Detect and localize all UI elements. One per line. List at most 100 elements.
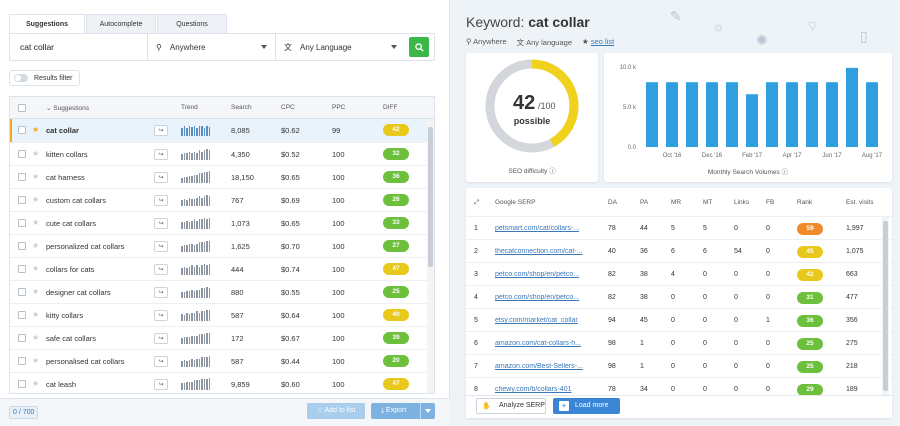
copy-icon[interactable]: ↪ (154, 218, 168, 229)
scroll-thumb[interactable] (428, 127, 433, 267)
row-checkbox[interactable] (18, 196, 26, 204)
col-trend[interactable]: Trend (181, 104, 198, 111)
seo-list-link[interactable]: seo list (591, 37, 614, 46)
chevron-down-icon[interactable] (425, 409, 431, 413)
add-to-list-button[interactable]: ☆ Add to list (307, 403, 365, 419)
keyword-text[interactable]: designer cat collars (46, 288, 111, 297)
star-icon[interactable]: ★ (32, 218, 39, 227)
volume-bar[interactable] (806, 82, 818, 147)
location-select[interactable]: ⚲ Anywhere (147, 34, 275, 60)
copy-icon[interactable]: ↪ (154, 195, 168, 206)
volume-bar[interactable] (786, 82, 798, 147)
scroll-thumb[interactable] (883, 221, 888, 391)
keyword-text[interactable]: personalised cat collars (46, 357, 124, 366)
serp-url-link[interactable]: petsmart.com/cat/collars-... (495, 225, 599, 232)
volume-bar[interactable] (666, 82, 678, 147)
row-checkbox[interactable] (18, 265, 26, 273)
star-icon[interactable]: ★ (32, 195, 39, 204)
table-row[interactable]: ★ cute cat collars ↪ 1,073 $0.65 100 33 (10, 212, 434, 235)
star-icon[interactable]: ★ (32, 287, 39, 296)
row-checkbox[interactable] (18, 380, 26, 388)
keyword-input[interactable]: cat collar (10, 34, 147, 60)
star-icon[interactable]: ★ (32, 172, 39, 181)
serp-url-link[interactable]: amazon.com/cat-collars-h... (495, 340, 599, 347)
load-more-button[interactable]: + Load more (553, 398, 620, 414)
table-row[interactable]: ★ personalised cat collars ↪ 587 $0.44 1… (10, 350, 434, 373)
copy-icon[interactable]: ↪ (154, 149, 168, 160)
serp-url-link[interactable]: chewy.com/b/collars-401 (495, 386, 599, 393)
copy-icon[interactable]: ↪ (154, 379, 168, 390)
keyword-text[interactable]: collars for cats (46, 265, 94, 274)
star-icon[interactable]: ★ (32, 241, 39, 250)
volume-bar[interactable] (766, 82, 778, 147)
copy-icon[interactable]: ↪ (154, 172, 168, 183)
keyword-text[interactable]: kitten collars (46, 150, 88, 159)
table-row[interactable]: ★ kitty collars ↪ 587 $0.64 100 40 (10, 304, 434, 327)
col-ppc[interactable]: PPC (332, 104, 345, 111)
serp-url-link[interactable]: amazon.com/Best-Sellers-... (495, 363, 599, 370)
volume-bar[interactable] (706, 82, 718, 147)
star-icon[interactable]: ★ (32, 149, 39, 158)
search-button[interactable] (409, 37, 429, 57)
keyword-text[interactable]: cat collar (46, 126, 79, 135)
star-icon[interactable]: ★ (32, 125, 39, 134)
tab-suggestions[interactable]: Suggestions (9, 14, 85, 33)
serp-url-link[interactable]: etsy.com/market/cat_collar (495, 317, 599, 324)
serp-url-link[interactable]: petco.com/shop/en/petco... (495, 271, 599, 278)
keyword-text[interactable]: cat leash (46, 380, 76, 389)
volume-bar[interactable] (846, 67, 858, 147)
copy-icon[interactable]: ↪ (154, 333, 168, 344)
row-checkbox[interactable] (18, 173, 26, 181)
table-row[interactable]: ★ personalized cat collars ↪ 1,625 $0.70… (10, 235, 434, 258)
star-icon[interactable]: ★ (32, 379, 39, 388)
serp-url-link[interactable]: thecatconnection.com/cat-... (495, 248, 599, 255)
star-icon[interactable]: ★ (32, 264, 39, 273)
keyword-text[interactable]: kitty collars (46, 311, 83, 320)
table-row[interactable]: ★ collars for cats ↪ 444 $0.74 100 47 (10, 258, 434, 281)
col-diff[interactable]: DIFF (383, 104, 397, 111)
row-checkbox[interactable] (18, 311, 26, 319)
row-checkbox[interactable] (18, 150, 26, 158)
table-scrollbar[interactable] (427, 119, 434, 393)
volume-bar[interactable] (646, 82, 658, 147)
copy-icon[interactable]: ↪ (154, 310, 168, 321)
star-icon[interactable]: ★ (32, 333, 39, 342)
row-checkbox[interactable] (18, 334, 26, 342)
select-all-checkbox[interactable] (18, 104, 26, 112)
row-checkbox[interactable] (18, 288, 26, 296)
col-search[interactable]: Search (231, 104, 252, 111)
volume-bar[interactable] (866, 82, 878, 147)
copy-icon[interactable]: ↪ (154, 264, 168, 275)
keyword-text[interactable]: custom cat collars (46, 196, 106, 205)
table-row[interactable]: ★ safe cat collars ↪ 172 $0.67 100 39 (10, 327, 434, 350)
export-button[interactable]: ⤓ Export (371, 403, 435, 419)
keyword-text[interactable]: safe cat collars (46, 334, 96, 343)
row-checkbox[interactable] (18, 242, 26, 250)
volume-bar[interactable] (726, 82, 738, 147)
copy-icon[interactable]: ↪ (154, 125, 168, 136)
star-icon[interactable]: ★ (32, 310, 39, 319)
copy-icon[interactable]: ↪ (154, 356, 168, 367)
table-row[interactable]: ★ cat leash ↪ 9,859 $0.60 100 47 (10, 373, 434, 393)
expand-icon[interactable]: ⤢ (474, 199, 479, 207)
table-row[interactable]: ★ cat collar ↪ 8,085 $0.62 99 42 (10, 119, 434, 143)
language-select[interactable]: 文 Any Language (275, 34, 405, 60)
row-checkbox[interactable] (18, 126, 26, 134)
copy-icon[interactable]: ↪ (154, 287, 168, 298)
table-row[interactable]: ★ cat harness ↪ 18,150 $0.65 100 36 (10, 166, 434, 189)
volume-bar[interactable] (686, 82, 698, 147)
row-checkbox[interactable] (18, 219, 26, 227)
table-row[interactable]: ★ kitten collars ↪ 4,350 $0.52 100 32 (10, 143, 434, 166)
tab-autocomplete[interactable]: Autocomplete (86, 14, 156, 33)
keyword-text[interactable]: cute cat collars (46, 219, 96, 228)
keyword-text[interactable]: cat harness (46, 173, 85, 182)
row-checkbox[interactable] (18, 357, 26, 365)
tab-questions[interactable]: Questions (157, 14, 227, 33)
copy-icon[interactable]: ↪ (154, 241, 168, 252)
toggle-switch[interactable] (14, 74, 28, 82)
table-row[interactable]: ★ custom cat collars ↪ 767 $0.69 100 26 (10, 189, 434, 212)
col-suggestions[interactable]: ⌄ Suggestions (46, 104, 89, 112)
keyword-text[interactable]: personalized cat collars (46, 242, 124, 251)
col-cpc[interactable]: CPC (281, 104, 295, 111)
volume-bar[interactable] (746, 94, 758, 147)
